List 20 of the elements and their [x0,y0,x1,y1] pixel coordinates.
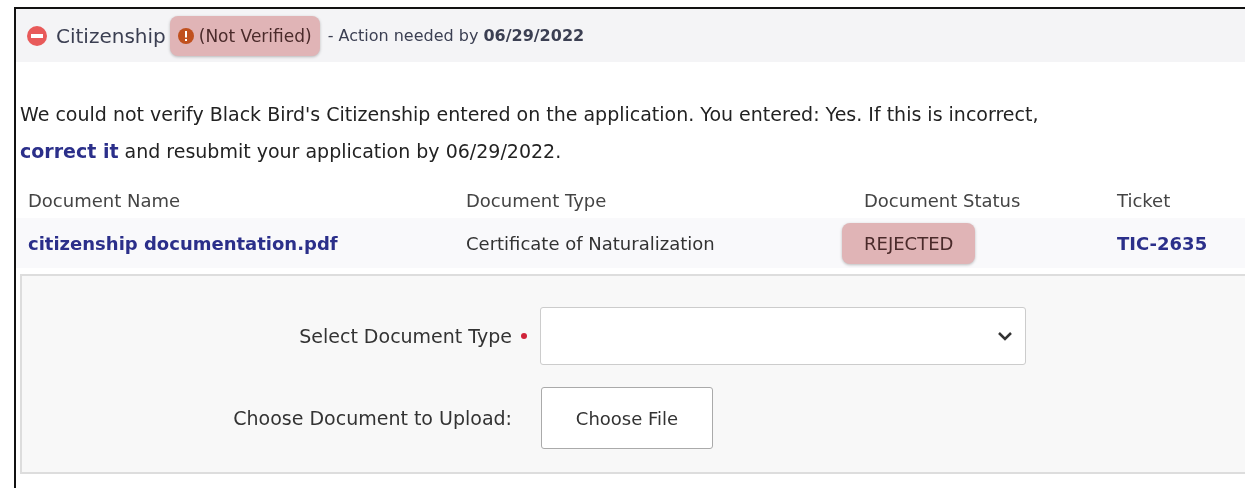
column-header: Ticket [1117,189,1172,211]
chevron-down-icon [997,331,1013,341]
action-date: 06/29/2022 [483,26,585,45]
column-header: Document Type [466,189,608,211]
collapse-icon[interactable] [26,24,48,47]
field-label: Choose Document to Upload: [232,407,512,429]
section-title: Citizenship [56,23,166,48]
column-header: Document Name [28,189,182,211]
document-link[interactable]: citizenship documentation.pdf [28,232,466,254]
column-header: Document Status [864,189,1022,211]
field-label: Select Document Type [298,325,512,347]
status-text: REJECTED [842,222,976,264]
status-text: (Not Verified) [198,25,312,46]
choose-file-button[interactable]: Choose File [541,387,713,449]
table-cell-text: Certificate of Naturalization [466,232,716,254]
action-text: - Action needed by [327,26,479,45]
correct-link[interactable]: correct it [20,140,119,162]
warning-icon [177,27,194,44]
ticket-link[interactable]: TIC-2635 [1117,232,1245,254]
message-text: We could not verify Black Bird's Citizenship entered on the application. You entered: Yes. If this is incorrect, correct it and resubmit your application by 06/29/2022. [20,102,1040,164]
